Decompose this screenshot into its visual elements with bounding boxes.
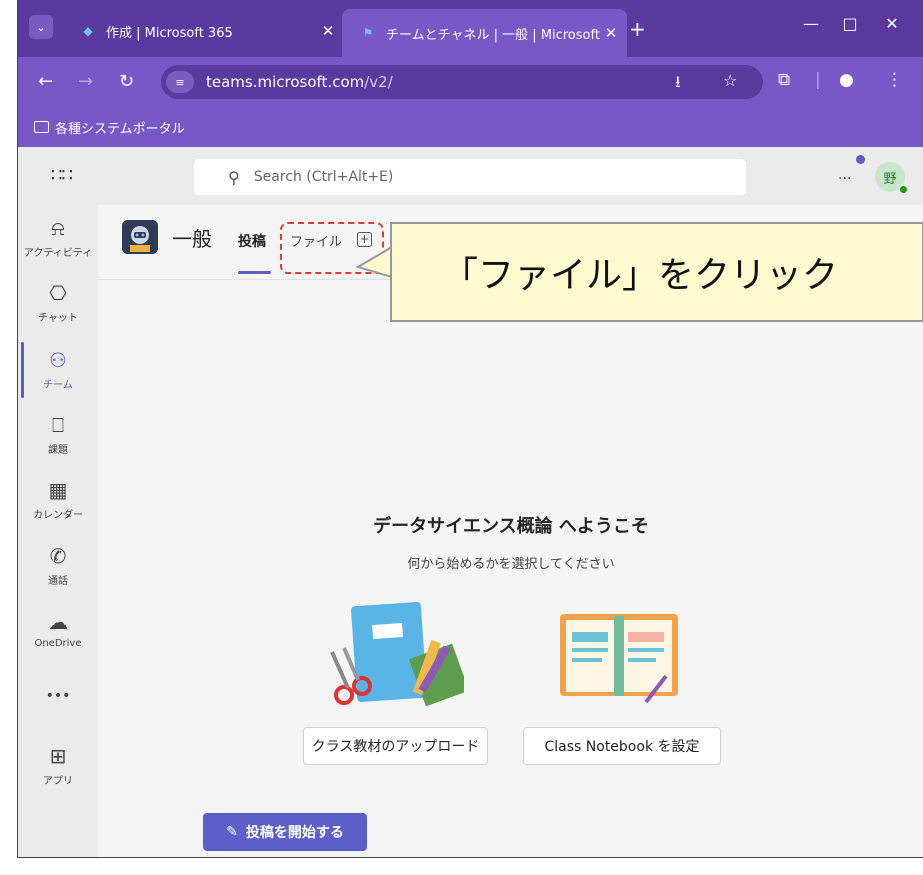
more-options-button[interactable]: ...	[838, 167, 851, 183]
notification-dot	[856, 155, 865, 164]
tab-strip: ⌄ ◆ 作成 | Microsoft 365 ✕ ⚑ チームとチャネル | 一般…	[18, 0, 923, 57]
browser-menu-icon[interactable]: ⋮	[886, 70, 903, 90]
compose-icon: ✎	[226, 824, 238, 840]
rail-label: 課題	[48, 445, 68, 456]
close-icon[interactable]: ✕	[601, 24, 621, 42]
search-input[interactable]: ⚲ Search (Ctrl+Alt+E)	[194, 159, 746, 195]
more-icon: •••	[45, 688, 71, 704]
install-app-icon[interactable]: ⭳	[675, 71, 681, 98]
presence-status-icon	[898, 184, 909, 195]
back-arrow-icon[interactable]: ←	[38, 71, 53, 92]
rail-item-activity[interactable]: ⍾ アクティビティ	[18, 215, 98, 259]
teams-header: ∷∷ ⚲ Search (Ctrl+Alt+E) ... 野	[18, 147, 923, 205]
rail-label: カレンダー	[33, 510, 83, 521]
address-bar[interactable]: ≡ teams.microsoft.com /v2/	[161, 65, 763, 99]
url-path: /v2/	[364, 73, 393, 91]
app-launcher-icon[interactable]: ∷∷	[51, 165, 73, 186]
welcome-subtitle: 何から始めるかを選択してください	[407, 557, 615, 572]
close-icon[interactable]: ✕	[318, 22, 338, 40]
address-bar-row: ← → ↻ ≡ teams.microsoft.com /v2/ ⭳ ☆ ⧉ |…	[18, 57, 923, 107]
team-robot-icon	[122, 220, 158, 254]
rail-item-chat[interactable]: ⎔ チャット	[18, 280, 98, 324]
rail-item-more[interactable]: •••	[18, 683, 98, 709]
callout-text: 「ファイル」をクリック	[442, 255, 839, 296]
new-tab-button[interactable]: +	[629, 17, 646, 41]
bookmark-folder[interactable]: 各種システムポータル	[55, 118, 185, 137]
callout-pointer	[355, 245, 394, 279]
tab-title: チームとチャネル | 一般 | Microsoft	[386, 27, 600, 43]
start-post-label: 投稿を開始する	[245, 825, 344, 841]
search-icon: ⚲	[228, 167, 240, 187]
rail-item-apps[interactable]: ⊞ アプリ	[18, 743, 98, 787]
rail-item-calendar[interactable]: ▦ カレンダー	[18, 477, 98, 521]
rail-label: アクティビティ	[23, 248, 93, 259]
rail-label: 通話	[48, 576, 68, 587]
teams-icon: ⚑	[362, 26, 374, 40]
chevron-down-icon: ⌄	[36, 20, 46, 34]
rail-item-teams[interactable]: ⚇ チーム	[18, 347, 98, 391]
bookmarks-bar: 各種システムポータル	[18, 107, 923, 147]
tab-teams[interactable]: ⚑ チームとチャネル | 一般 | Microsoft ✕	[342, 9, 627, 57]
maximize-icon[interactable]: □	[830, 14, 870, 33]
folder-icon	[34, 121, 49, 133]
bell-icon: ⍾	[51, 216, 65, 240]
backpack-icon: ⎕	[52, 413, 64, 437]
upload-materials-button[interactable]: クラス教材のアップロード	[303, 727, 488, 765]
instruction-callout: 「ファイル」をクリック	[390, 222, 923, 322]
tab-search-button[interactable]: ⌄	[29, 15, 53, 39]
site-settings-icon[interactable]: ≡	[166, 71, 194, 93]
chat-icon: ⎔	[49, 281, 67, 305]
welcome-title: データサイエンス概論 へようこそ	[373, 516, 649, 537]
calendar-icon: ▦	[48, 478, 68, 502]
rail-item-assignments[interactable]: ⎕ 課題	[18, 412, 98, 456]
bookmark-star-icon[interactable]: ☆	[723, 71, 737, 90]
minimize-icon[interactable]: —	[791, 14, 831, 33]
profile-icon[interactable]: ●	[839, 70, 854, 90]
setup-notebook-button[interactable]: Class Notebook を設定	[523, 727, 721, 765]
reload-icon[interactable]: ↻	[119, 71, 134, 92]
start-post-button[interactable]: ✎ 投稿を開始する	[203, 813, 367, 851]
tab-microsoft365[interactable]: ◆ 作成 | Microsoft 365 ✕	[62, 11, 344, 51]
rail-label: OneDrive	[34, 638, 82, 649]
tab-posts[interactable]: 投稿	[238, 231, 266, 251]
active-tab-underline	[238, 271, 271, 274]
notebook-illustration	[560, 614, 678, 704]
channel-name: 一般	[172, 227, 212, 251]
teams-icon: ⚇	[49, 348, 67, 372]
avatar-initial: 野	[883, 171, 897, 187]
window-close-icon[interactable]: ✕	[872, 14, 912, 33]
microsoft365-icon: ◆	[83, 24, 93, 38]
rail-label: チャット	[38, 313, 78, 324]
class-materials-illustration	[330, 601, 464, 707]
rail-label: アプリ	[43, 776, 73, 787]
team-avatar[interactable]	[122, 220, 158, 254]
toolbar-divider: |	[815, 70, 821, 90]
rail-item-calls[interactable]: ✆ 通話	[18, 543, 98, 587]
add-app-icon: ⊞	[49, 744, 67, 768]
rail-label: チーム	[43, 380, 73, 391]
forward-arrow-icon[interactable]: →	[78, 71, 93, 92]
phone-icon: ✆	[49, 544, 67, 568]
url-host: teams.microsoft.com	[206, 73, 365, 91]
browser-window: ⌄ ◆ 作成 | Microsoft 365 ✕ ⚑ チームとチャネル | 一般…	[17, 0, 923, 858]
extensions-icon[interactable]: ⧉	[778, 70, 790, 90]
tab-title: 作成 | Microsoft 365	[106, 25, 233, 41]
cloud-icon: ☁	[48, 610, 68, 634]
search-placeholder: Search (Ctrl+Alt+E)	[253, 169, 394, 185]
app-rail: ⍾ アクティビティ ⎔ チャット ⚇ チーム ⎕ 課題 ▦ カレンダー ✆ 通話…	[18, 205, 98, 857]
rail-item-onedrive[interactable]: ☁ OneDrive	[18, 609, 98, 649]
